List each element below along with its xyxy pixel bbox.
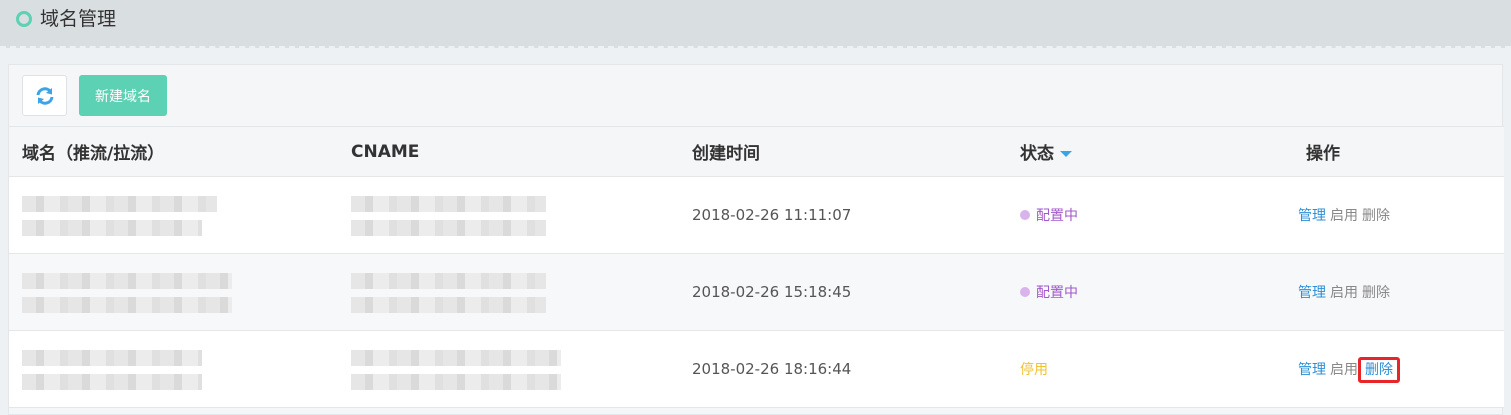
column-header-domain: 域名（推流/拉流） [22,144,165,164]
status-badge: 配置中 [1020,205,1078,225]
enable-link[interactable]: 启用 [1330,285,1358,301]
status-text: 配置中 [1036,285,1078,301]
refresh-icon [36,86,53,105]
column-header-status[interactable]: 状态 [1020,127,1288,177]
domain-table: 域名（推流/拉流） CNAME 创建时间 状态 操作 2018-02-26 11… [9,126,1504,408]
cname-cell [351,177,692,254]
enable-link[interactable]: 启用 [1330,362,1358,378]
column-header-cname: CNAME [351,141,420,162]
page-header: 域名管理 [0,0,1511,48]
table-row: 2018-02-26 11:11:07 配置中 管理 启用 删除 [9,176,1504,254]
blurred-cname [351,269,692,315]
status-dot-icon [1020,210,1030,220]
cname-cell [351,254,692,331]
manage-link[interactable]: 管理 [1298,285,1326,301]
created-cell: 2018-02-26 15:18:45 [692,283,852,301]
created-cell: 2018-02-26 18:16:44 [692,360,852,378]
status-badge: 停用 [1020,359,1048,379]
delete-link-highlighted[interactable]: 删除 [1358,357,1400,383]
manage-link[interactable]: 管理 [1298,208,1326,224]
table-header-row: 域名（推流/拉流） CNAME 创建时间 状态 操作 [9,126,1504,177]
ops-cell: 管理 启用 删除 [1288,331,1504,408]
status-text: 配置中 [1036,208,1078,224]
table-row: 2018-02-26 15:18:45 配置中 管理 启用 删除 [9,253,1504,331]
column-header-created: 创建时间 [692,144,760,164]
created-cell: 2018-02-26 11:11:07 [692,206,852,224]
status-cell: 配置中 [1020,254,1288,331]
blurred-domain [22,346,351,392]
ops-cell: 管理 启用 删除 [1288,254,1504,331]
status-dot-icon [1020,287,1030,297]
enable-link[interactable]: 启用 [1330,208,1358,224]
blurred-domain [22,269,351,315]
circle-icon [16,11,32,27]
status-cell: 配置中 [1020,177,1288,254]
create-domain-button[interactable]: 新建域名 [79,75,167,116]
domain-cell [9,177,351,254]
delete-link[interactable]: 删除 [1362,285,1390,301]
manage-link[interactable]: 管理 [1298,362,1326,378]
sort-caret-icon[interactable] [1060,151,1072,157]
status-text: 停用 [1020,362,1048,378]
status-header-label: 状态 [1020,144,1054,164]
domain-cell [9,331,351,408]
delete-link[interactable]: 删除 [1362,208,1390,224]
status-badge: 配置中 [1020,282,1078,302]
blurred-cname [351,346,692,392]
table-row: 2018-02-26 18:16:44 停用 管理 启用 删除 [9,330,1504,408]
domain-cell [9,254,351,331]
status-cell: 停用 [1020,331,1288,408]
blurred-domain [22,192,351,238]
ops-cell: 管理 启用 删除 [1288,177,1504,254]
page-title: 域名管理 [40,8,117,30]
column-header-ops: 操作 [1306,144,1340,164]
refresh-button[interactable] [22,75,67,116]
cname-cell [351,331,692,408]
domain-panel: 新建域名 域名（推流/拉流） CNAME 创建时间 状态 操作 2018-02-… [8,64,1504,415]
blurred-cname [351,192,692,238]
